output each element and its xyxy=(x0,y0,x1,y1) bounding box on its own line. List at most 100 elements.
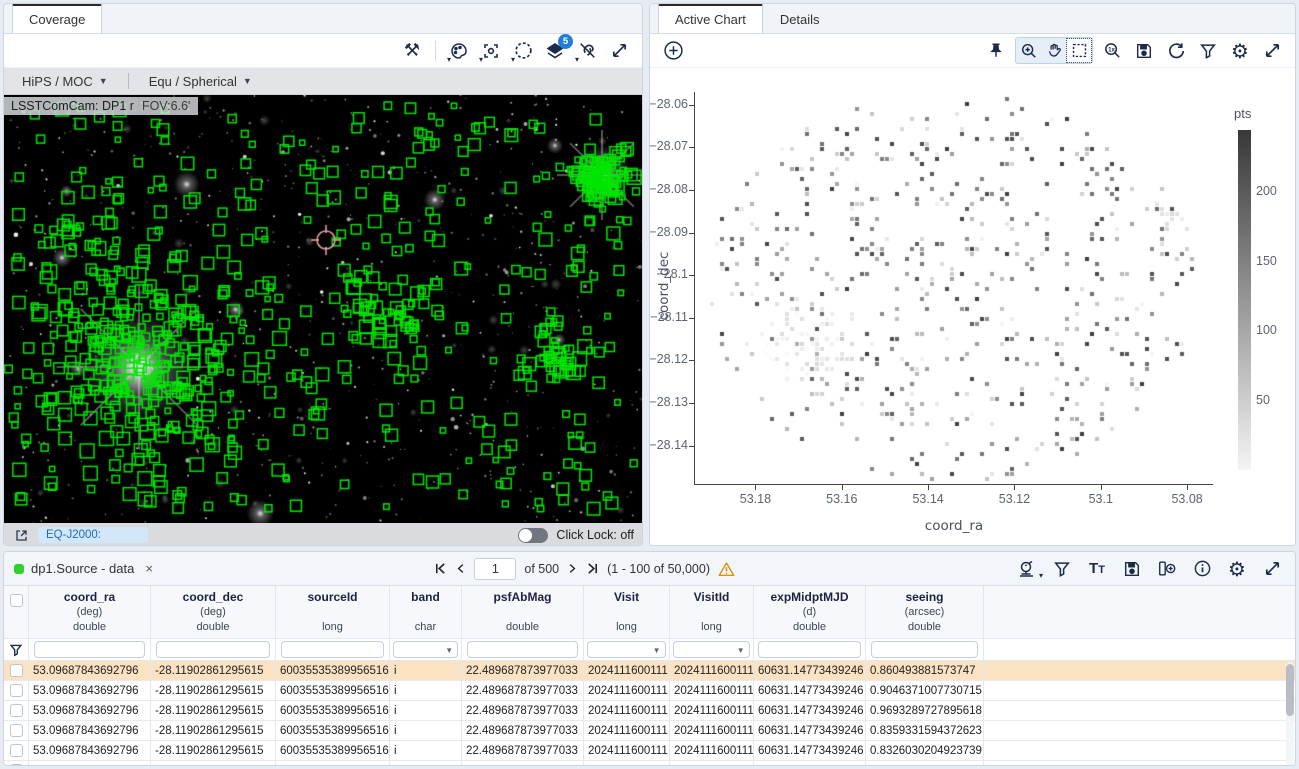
table-scrollbar[interactable] xyxy=(1286,662,1294,765)
text-view-icon[interactable]: TT xyxy=(1084,556,1110,582)
heatmap-canvas[interactable] xyxy=(695,92,1213,484)
filter-select-Visit[interactable]: ▼ xyxy=(587,641,665,658)
add-column-icon[interactable] xyxy=(1154,556,1180,582)
hips-moc-label: HiPS / MOC xyxy=(22,74,93,89)
filter-input-coord_dec[interactable] xyxy=(156,641,270,658)
table-row[interactable]: 53.09687843692796-28.1190286129561560035… xyxy=(4,721,1295,741)
save-chart-icon[interactable] xyxy=(1131,38,1157,64)
layers-icon[interactable]: 5 xyxy=(542,38,568,64)
row-checkbox[interactable] xyxy=(10,704,23,717)
column-header-expMidptMJD[interactable]: expMidptMJD(d)double xyxy=(754,586,866,638)
pagination: of 500 (1 - 100 of 50,000) xyxy=(434,558,735,580)
projection-dropdown[interactable]: Equ / Spherical ▼ xyxy=(143,74,258,89)
pan-mode-icon[interactable] xyxy=(1042,39,1066,62)
filter-table-icon[interactable] xyxy=(1049,556,1075,582)
info-icon[interactable] xyxy=(1189,556,1215,582)
tab-coverage[interactable]: Coverage xyxy=(12,4,102,33)
hips-moc-dropdown[interactable]: HiPS / MOC ▼ xyxy=(16,74,114,89)
add-chart-icon[interactable] xyxy=(660,38,686,64)
x-tick-label: 53.16 xyxy=(812,492,872,506)
tools-icon[interactable]: ⚒ xyxy=(399,38,425,64)
colorbar-tick-label: 200 xyxy=(1256,184,1277,198)
sky-canvas[interactable] xyxy=(4,95,642,523)
x-tick-mark xyxy=(1101,485,1102,490)
column-header-coord_ra[interactable]: coord_ra(deg)double xyxy=(29,586,151,638)
column-header-psfAbMag[interactable]: psfAbMag double xyxy=(462,586,584,638)
unlink-icon[interactable]: ▾ xyxy=(574,38,600,64)
first-page-button[interactable] xyxy=(434,562,447,575)
row-checkbox[interactable] xyxy=(10,664,23,677)
column-header-seeing[interactable]: seeing(arcsec)double xyxy=(866,586,984,638)
last-page-button[interactable] xyxy=(586,562,599,575)
cell-VisitId: 2024111600111 xyxy=(670,761,754,766)
y-tick-mark xyxy=(689,360,694,361)
save-table-icon[interactable] xyxy=(1119,556,1145,582)
cell-Visit: 2024111600111 xyxy=(584,681,670,700)
heatmap-chart[interactable]: −28.06−28.07−28.08−28.09−28.1−28.11−28.1… xyxy=(650,68,1295,545)
table-row[interactable]: 53.09687843692796-28.1190286129561560035… xyxy=(4,741,1295,761)
data-table: coord_ra(deg)doublecoord_dec(deg)doubles… xyxy=(4,586,1295,766)
chart-settings-icon[interactable]: ⚙ xyxy=(1227,38,1253,64)
open-in-new-icon[interactable] xyxy=(12,526,30,544)
coord-readout: EQ-J2000: xyxy=(38,527,148,543)
column-header-sourceId[interactable]: sourceId long xyxy=(276,586,390,638)
filter-select-band[interactable]: ▼ xyxy=(393,641,458,658)
cell-psfAbMag: 22.489687873977033 xyxy=(462,661,584,680)
table-row[interactable]: 53.09687843692796-28.1190286129561560035… xyxy=(4,681,1295,701)
cell-sourceId: 600355353899565160 xyxy=(276,661,390,680)
sky-image-view[interactable]: LSSTComCam: DP1 r FOV:6.6' xyxy=(4,95,642,523)
y-axis-title: coord_dec xyxy=(656,236,672,336)
click-lock-toggle[interactable] xyxy=(518,528,548,543)
pin-chart-icon[interactable] xyxy=(983,38,1009,64)
expand-icon[interactable] xyxy=(606,38,632,64)
expand-table-icon[interactable] xyxy=(1259,556,1285,582)
filter-input-seeing[interactable] xyxy=(871,641,979,658)
expand-chart-icon[interactable] xyxy=(1259,38,1285,64)
recenter-icon[interactable]: ▾ xyxy=(478,38,504,64)
row-checkbox[interactable] xyxy=(10,684,23,697)
table-tab[interactable]: dp1.Source - data × xyxy=(14,561,153,576)
table-settings-icon[interactable]: ⚙ xyxy=(1224,556,1250,582)
table-row[interactable]: 53.09687843692796-28.1190286129561560035… xyxy=(4,761,1295,766)
table-row[interactable]: 53.09687843692796-28.1190286129561560035… xyxy=(4,701,1295,721)
filter-input-expMidptMJD[interactable] xyxy=(758,641,860,658)
row-checkbox[interactable] xyxy=(10,724,23,737)
y-axis-line xyxy=(694,92,695,485)
column-header-band[interactable]: band char xyxy=(390,586,462,638)
column-header-VisitId[interactable]: VisitId long xyxy=(670,586,754,638)
colorbar-tick-label: 100 xyxy=(1256,323,1277,337)
select-all-checkbox[interactable] xyxy=(10,594,23,607)
filter-input-sourceId[interactable] xyxy=(281,641,385,658)
cell-band: i xyxy=(390,721,462,740)
table-warning-icon[interactable] xyxy=(718,561,735,577)
zoom-original-icon[interactable]: 1x xyxy=(1099,38,1125,64)
select-region-icon[interactable]: ▾ xyxy=(510,38,536,64)
cell-Visit: 2024111600111 xyxy=(584,701,670,720)
color-palette-icon[interactable]: ▾ xyxy=(446,38,472,64)
filter-input-coord_ra[interactable] xyxy=(34,641,145,658)
filter-chart-icon[interactable] xyxy=(1195,38,1221,64)
row-checkbox[interactable] xyxy=(10,744,23,757)
chart-toolbar: 1x ⚙ xyxy=(650,34,1295,68)
column-header-coord_dec[interactable]: coord_dec(deg)double xyxy=(151,586,276,638)
column-header-Visit[interactable]: Visit long xyxy=(584,586,670,638)
image-status-bar: EQ-J2000: Click Lock: off xyxy=(4,523,642,546)
filter-row-icon[interactable] xyxy=(4,639,29,660)
table-row[interactable]: 53.09687843692796-28.1190286129561560035… xyxy=(4,661,1295,681)
zoom-in-mode-icon[interactable] xyxy=(1017,39,1041,62)
close-table-icon[interactable]: × xyxy=(145,561,153,576)
tab-active-chart[interactable]: Active Chart xyxy=(658,4,763,33)
box-select-mode-icon[interactable] xyxy=(1067,39,1091,62)
tab-details[interactable]: Details xyxy=(763,4,837,33)
page-number-input[interactable] xyxy=(474,558,516,580)
row-checkbox[interactable] xyxy=(10,764,23,766)
cell-coord_dec: -28.11902861295615 xyxy=(151,761,276,766)
cell-seeing: 0.9693289727895618 xyxy=(866,701,984,720)
refresh-chart-icon[interactable] xyxy=(1163,38,1189,64)
cell-Visit: 2024111600111 xyxy=(584,721,670,740)
analyze-icon[interactable]: ▾ xyxy=(1014,556,1040,582)
prev-page-button[interactable] xyxy=(455,562,466,575)
next-page-button[interactable] xyxy=(567,562,578,575)
filter-input-psfAbMag[interactable] xyxy=(467,641,578,658)
filter-select-VisitId[interactable]: ▼ xyxy=(673,641,749,658)
